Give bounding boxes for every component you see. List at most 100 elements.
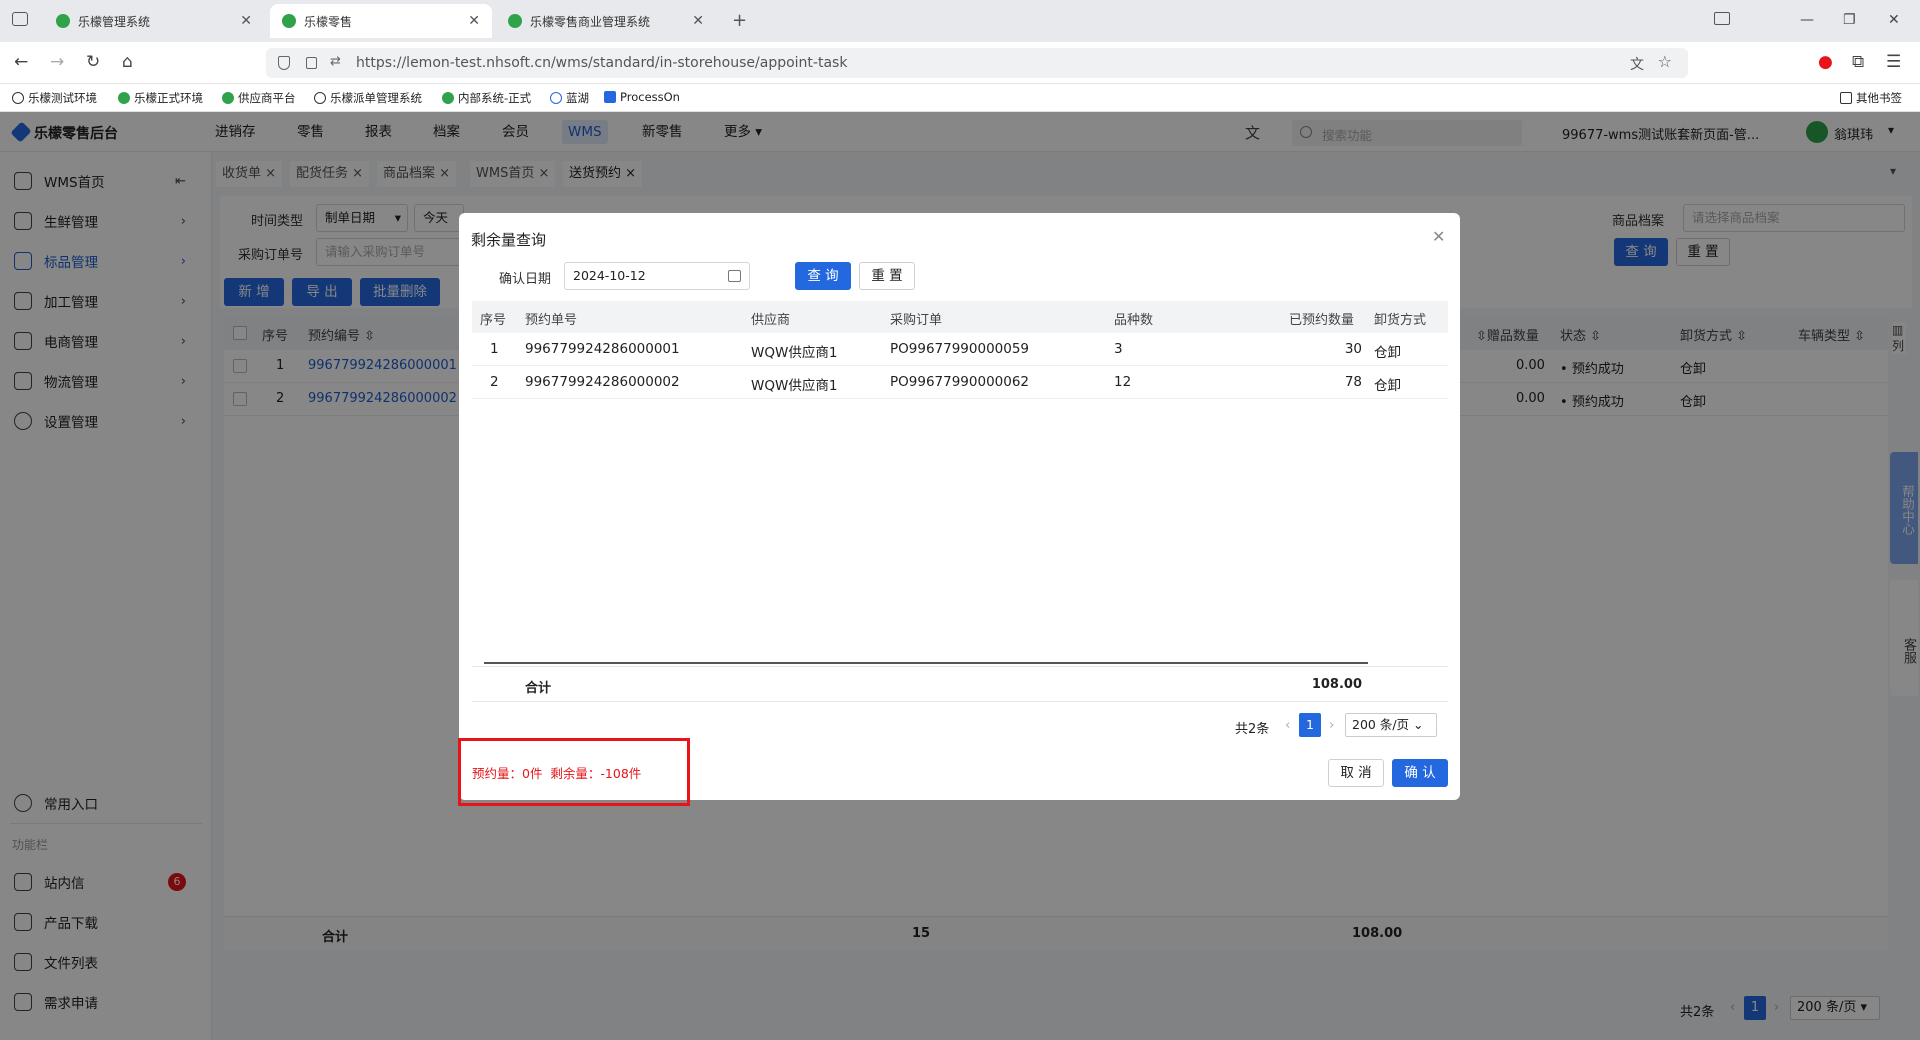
- col-po: 采购订单: [890, 313, 943, 328]
- other-bookmarks[interactable]: 其他书签: [1840, 90, 1902, 106]
- sidebar-toggle-icon[interactable]: [1714, 12, 1730, 25]
- new-tab-icon[interactable]: +: [732, 10, 747, 31]
- bookmark-label: 蓝湖: [566, 91, 589, 105]
- menu-icon[interactable]: ☰: [1886, 52, 1901, 72]
- cell-kinds: 12: [1114, 374, 1132, 390]
- address-bar: ← → ↻ ⌂ ⇄ https://lemon-test.nhsoft.cn/w…: [0, 42, 1920, 84]
- browser-tab-title: 乐檬管理系统: [78, 14, 151, 29]
- browser-tab-title: 乐檬零售商业管理系统: [530, 14, 651, 29]
- dialog-table-row[interactable]: 2 996779924286000002 WQW供应商1 PO996779900…: [472, 366, 1448, 399]
- cell-unload: 仓卸: [1374, 378, 1401, 394]
- dialog-query-button[interactable]: 查 询: [795, 262, 851, 290]
- dialog-title: 剩余量查询: [471, 231, 547, 249]
- dialog-pagination: 共2条 ‹ 1 › 200 条/页 ⌄: [1235, 713, 1449, 739]
- bookmark-label: 供应商平台: [238, 91, 296, 105]
- bookmark-label: ProcessOn: [620, 90, 680, 104]
- extensions-icon[interactable]: ⧉: [1852, 52, 1864, 72]
- bookmark-item[interactable]: 乐檬正式环境: [118, 90, 203, 106]
- browser-tab-3[interactable]: 乐檬零售商业管理系统 ✕: [496, 4, 716, 38]
- col-no: 序号: [480, 313, 507, 328]
- bookmark-item[interactable]: 供应商平台: [222, 90, 296, 106]
- close-tab-icon[interactable]: ✕: [468, 13, 480, 29]
- cell-unload: 仓卸: [1374, 345, 1401, 361]
- footer-total: 108.00: [1311, 677, 1362, 692]
- cell-supplier: WQW供应商1: [751, 378, 838, 394]
- select-value: 200 条/页: [1352, 717, 1410, 732]
- col-booked-qty: 已预约数量: [1289, 313, 1355, 328]
- reload-icon[interactable]: ↻: [86, 52, 100, 72]
- tab-list-icon[interactable]: [12, 12, 28, 26]
- lemon-icon: [222, 92, 234, 104]
- browser-tab-1[interactable]: 乐檬管理系统 ✕: [44, 4, 264, 38]
- browser-tabbar: 乐檬管理系统 ✕ 乐檬零售 ✕ 乐檬零售商业管理系统 ✕ + — ❐ ✕: [0, 0, 1920, 42]
- cell-appoint-no: 996779924286000001: [525, 341, 680, 357]
- horizontal-scrollbar[interactable]: [484, 662, 1368, 664]
- lemon-favicon-icon: [282, 14, 296, 28]
- bookmark-item[interactable]: 乐檬派单管理系统: [314, 90, 422, 106]
- dialog-reset-button[interactable]: 重 置: [859, 262, 915, 290]
- cell-supplier: WQW供应商1: [751, 345, 838, 361]
- shield-icon: [278, 56, 290, 70]
- lemon-icon: [442, 92, 454, 104]
- col-kinds: 品种数: [1114, 313, 1154, 328]
- site-settings-icon: ⇄: [330, 54, 341, 69]
- profile-icon[interactable]: ●: [1818, 52, 1833, 72]
- processon-icon: [604, 91, 616, 103]
- col-appoint-no: 预约单号: [525, 313, 578, 328]
- bookmark-label: 内部系统-正式: [458, 91, 532, 105]
- remaining-query-dialog: 剩余量查询 ✕ 确认日期 2024-10-12 查 询 重 置 序号 预约单号 …: [459, 213, 1460, 800]
- lemon-favicon-icon: [508, 14, 522, 28]
- translate-icon[interactable]: 文: [1630, 54, 1644, 74]
- dialog-table-row[interactable]: 1 996779924286000001 WQW供应商1 PO996779900…: [472, 333, 1448, 366]
- globe-icon: [314, 92, 326, 104]
- cell-booked-qty: 78: [1344, 374, 1362, 390]
- back-icon[interactable]: ←: [14, 52, 28, 72]
- bookmark-item[interactable]: 蓝湖: [550, 90, 589, 106]
- highlight-annotation-box: [458, 738, 690, 806]
- bookmark-item[interactable]: ProcessOn: [604, 90, 680, 104]
- cancel-button[interactable]: 取 消: [1328, 759, 1384, 787]
- cell-no: 2: [490, 374, 499, 390]
- lemon-icon: [118, 92, 130, 104]
- date-label: 确认日期: [499, 272, 552, 287]
- bookmark-item[interactable]: 乐檬测试环境: [12, 90, 97, 106]
- bookmark-label: 乐檬正式环境: [134, 91, 203, 105]
- prev-page-icon[interactable]: ‹: [1285, 717, 1290, 733]
- forward-icon[interactable]: →: [50, 52, 64, 72]
- lock-icon: [306, 57, 317, 69]
- cell-booked-qty: 30: [1344, 341, 1362, 357]
- bookmark-item[interactable]: 内部系统-正式: [442, 90, 531, 106]
- close-tab-icon[interactable]: ✕: [240, 13, 252, 29]
- restore-icon[interactable]: ❐: [1843, 12, 1856, 28]
- cell-po: PO99677990000062: [890, 374, 1030, 390]
- globe-icon: [12, 92, 24, 104]
- cell-no: 1: [490, 341, 499, 357]
- col-unload: 卸货方式: [1374, 313, 1427, 328]
- bookmark-label: 乐檬派单管理系统: [330, 91, 422, 105]
- page-size-select[interactable]: 200 条/页 ⌄: [1345, 713, 1437, 737]
- bookmark-label: 其他书签: [1856, 91, 1902, 105]
- minimize-icon[interactable]: —: [1800, 12, 1814, 28]
- browser-tab-title: 乐檬零售: [304, 14, 353, 29]
- page-number[interactable]: 1: [1299, 713, 1321, 737]
- next-page-icon[interactable]: ›: [1329, 717, 1334, 733]
- date-picker[interactable]: 2024-10-12: [564, 262, 750, 290]
- lemon-favicon-icon: [56, 14, 70, 28]
- close-icon[interactable]: ✕: [1432, 227, 1445, 246]
- lanhu-icon: [550, 92, 562, 104]
- bookmarks-bar: 乐檬测试环境 乐檬正式环境 供应商平台 乐檬派单管理系统 内部系统-正式 蓝湖 …: [0, 84, 1920, 112]
- col-supplier: 供应商: [751, 313, 791, 328]
- browser-tab-2[interactable]: 乐檬零售 ✕: [270, 4, 492, 38]
- close-window-icon[interactable]: ✕: [1888, 12, 1900, 28]
- pagination-total: 共2条: [1235, 722, 1270, 737]
- close-tab-icon[interactable]: ✕: [692, 13, 704, 29]
- home-icon[interactable]: ⌂: [122, 52, 133, 72]
- confirm-button[interactable]: 确 认: [1392, 759, 1448, 787]
- cell-appoint-no: 996779924286000002: [525, 374, 680, 390]
- dialog-table-footer: 合计 108.00: [472, 666, 1448, 702]
- star-icon[interactable]: ☆: [1658, 52, 1672, 71]
- cell-po: PO99677990000059: [890, 341, 1030, 357]
- url-field[interactable]: ⇄ https://lemon-test.nhsoft.cn/wms/stand…: [266, 48, 1688, 78]
- calendar-icon: [728, 270, 741, 282]
- footer-label: 合计: [525, 681, 552, 696]
